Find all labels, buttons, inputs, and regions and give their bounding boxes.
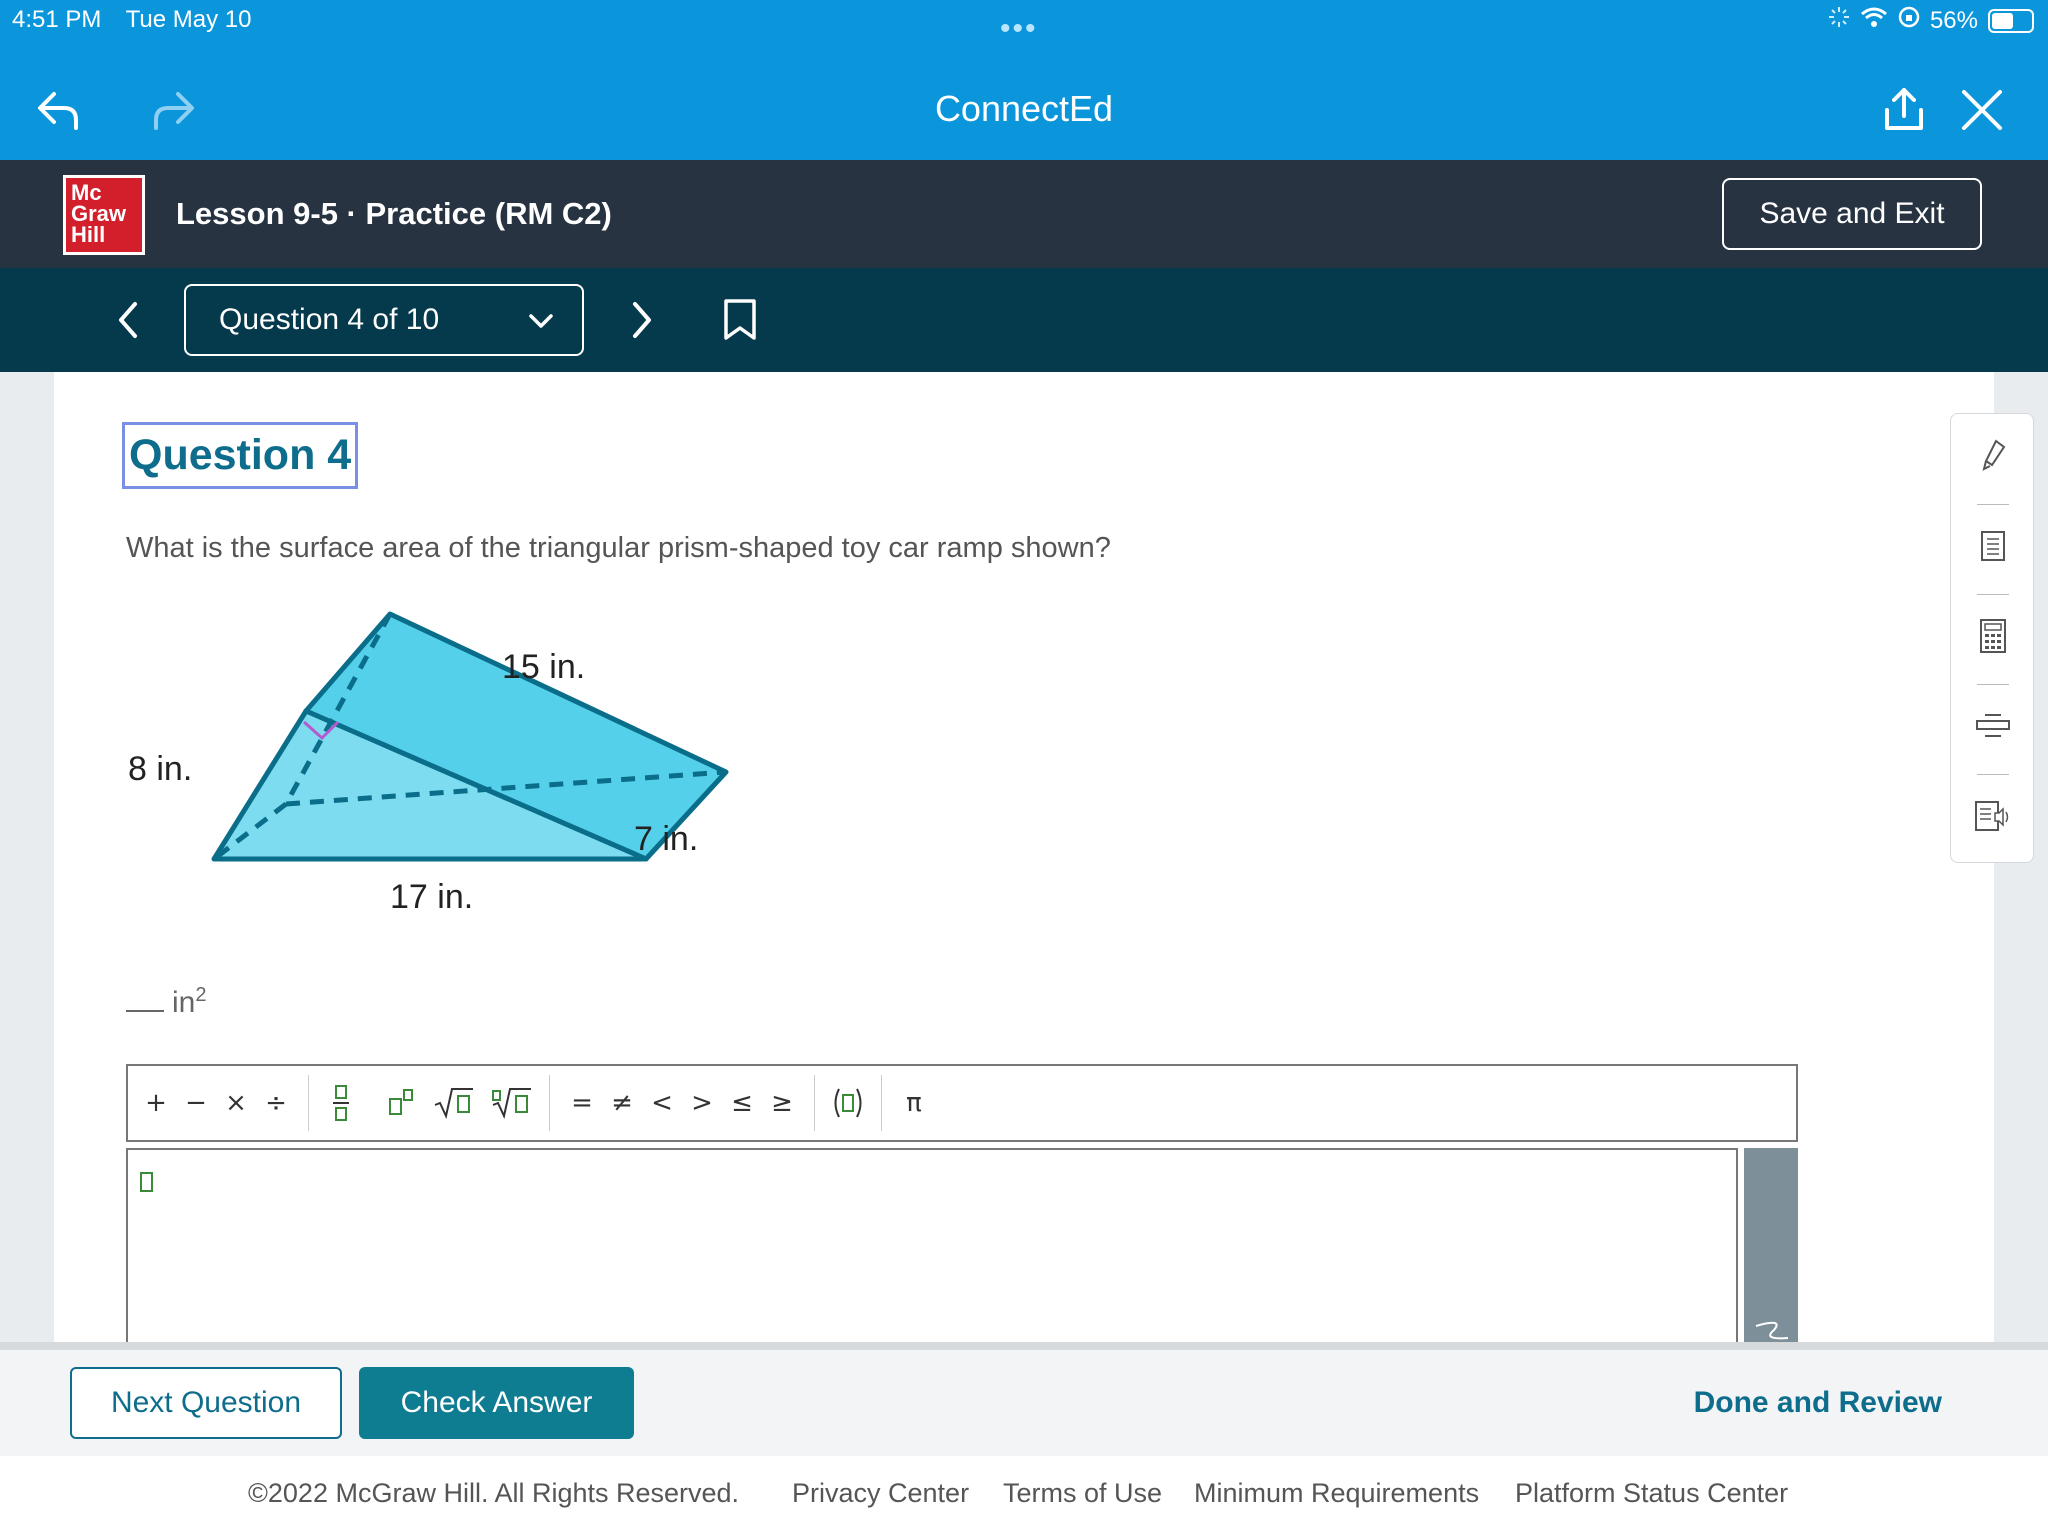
battery-icon bbox=[1988, 8, 2034, 33]
exponent-icon[interactable] bbox=[381, 1073, 421, 1133]
multitask-dots-icon[interactable]: ••• bbox=[1000, 12, 1038, 46]
toolbar-divider bbox=[549, 1075, 550, 1131]
previous-question-icon[interactable] bbox=[98, 290, 158, 350]
question-navigation: Question 4 of 10 bbox=[0, 268, 2048, 372]
lesson-title: Lesson 9-5 · Practice (RM C2) bbox=[176, 196, 612, 231]
status-time: 4:51 PM bbox=[12, 6, 102, 33]
next-question-button[interactable]: Next Question bbox=[70, 1367, 342, 1439]
answer-editor[interactable] bbox=[126, 1148, 1738, 1348]
tools-divider bbox=[1977, 774, 2009, 775]
greater-equal-button[interactable]: ≥ bbox=[762, 1073, 802, 1133]
activity-icon bbox=[1828, 6, 1850, 35]
battery-percent: 56% bbox=[1929, 6, 1978, 34]
orientation-lock-icon bbox=[1898, 6, 1920, 35]
prism-figure: 15 in. 8 in. 17 in. 7 in. bbox=[126, 604, 746, 949]
pi-button[interactable]: π bbox=[894, 1073, 934, 1133]
browser-title: ConnectEd bbox=[934, 88, 1114, 129]
question-selector-label: Question 4 of 10 bbox=[219, 303, 440, 336]
check-answer-button[interactable]: Check Answer bbox=[359, 1367, 634, 1439]
lesson-header: Mc Graw Hill Lesson 9-5 · Practice (RM C… bbox=[0, 160, 2048, 268]
wifi-icon bbox=[1860, 6, 1888, 35]
fraction-icon[interactable] bbox=[321, 1073, 361, 1133]
share-icon[interactable] bbox=[1876, 82, 1932, 138]
parentheses-icon[interactable] bbox=[827, 1073, 869, 1133]
close-icon[interactable] bbox=[1954, 82, 2010, 138]
action-bar: Next Question Check Answer Done and Revi… bbox=[0, 1350, 2048, 1456]
label-base: 17 in. bbox=[390, 878, 473, 916]
label-height: 8 in. bbox=[128, 750, 192, 788]
question-selector[interactable]: Question 4 of 10 bbox=[184, 284, 584, 356]
platform-status-link[interactable]: Platform Status Center bbox=[1515, 1478, 1788, 1509]
terms-of-use-link[interactable]: Terms of Use bbox=[1003, 1478, 1162, 1509]
times-button[interactable]: × bbox=[216, 1073, 256, 1133]
less-equal-button[interactable]: ≤ bbox=[722, 1073, 762, 1133]
tools-divider bbox=[1977, 594, 2009, 595]
done-and-review-link[interactable]: Done and Review bbox=[1694, 1386, 1942, 1420]
status-icons: 56% bbox=[1828, 6, 2034, 35]
footer-links: ©2022 McGraw Hill. All Rights Reserved. … bbox=[0, 1456, 2048, 1536]
toolbar-divider bbox=[308, 1075, 309, 1131]
divide-button[interactable]: ÷ bbox=[256, 1073, 296, 1133]
read-aloud-icon[interactable] bbox=[1971, 794, 2015, 838]
question-content: Question 4 What is the surface area of t… bbox=[54, 372, 1994, 1348]
bookmark-icon[interactable] bbox=[710, 290, 770, 350]
copyright-text: ©2022 McGraw Hill. All Rights Reserved. bbox=[248, 1478, 740, 1508]
nth-root-icon[interactable] bbox=[487, 1073, 537, 1133]
tools-panel bbox=[1950, 413, 2034, 863]
unit-exponent: 2 bbox=[195, 984, 207, 1006]
status-date: Tue May 10 bbox=[125, 6, 252, 33]
calculator-icon[interactable] bbox=[1971, 614, 2015, 658]
square-root-icon[interactable] bbox=[429, 1073, 479, 1133]
question-heading: Question 4 bbox=[122, 422, 359, 489]
less-than-button[interactable]: < bbox=[642, 1073, 682, 1133]
label-depth: 7 in. bbox=[634, 820, 698, 858]
toolbar-divider bbox=[881, 1075, 882, 1131]
browser-top-bar: 4:51 PM Tue May 10 ••• 56% ConnectEd bbox=[0, 0, 2048, 160]
mcgraw-hill-logo: Mc Graw Hill bbox=[63, 175, 145, 255]
plus-button[interactable]: + bbox=[136, 1073, 176, 1133]
battery-fill bbox=[1992, 12, 2014, 29]
question-text: What is the surface area of the triangul… bbox=[126, 532, 1111, 564]
chevron-down-icon bbox=[528, 303, 554, 337]
notepad-icon[interactable] bbox=[1971, 524, 2015, 568]
tools-divider bbox=[1977, 684, 2009, 685]
save-and-exit-button[interactable]: Save and Exit bbox=[1722, 178, 1982, 250]
tools-divider bbox=[1977, 504, 2009, 505]
privacy-center-link[interactable]: Privacy Center bbox=[792, 1478, 969, 1509]
unit-label: in bbox=[172, 986, 196, 1019]
editor-scrollbar[interactable] bbox=[1744, 1148, 1798, 1344]
not-equal-button[interactable]: ≠ bbox=[602, 1073, 642, 1133]
math-toolbar: + − × ÷ = ≠ < > ≤ ≥ π bbox=[126, 1064, 1798, 1142]
highlighter-icon[interactable] bbox=[1971, 434, 2015, 478]
editor-placeholder-box bbox=[140, 1172, 153, 1192]
answer-blank bbox=[126, 1010, 164, 1012]
status-bar: 4:51 PM Tue May 10 bbox=[12, 6, 269, 34]
minus-button[interactable]: − bbox=[176, 1073, 216, 1133]
line-reader-icon[interactable] bbox=[1971, 704, 2015, 748]
label-hypotenuse: 15 in. bbox=[502, 648, 585, 686]
next-question-icon[interactable] bbox=[612, 290, 672, 350]
toolbar-divider bbox=[814, 1075, 815, 1131]
equals-button[interactable]: = bbox=[562, 1073, 602, 1133]
greater-than-button[interactable]: > bbox=[682, 1073, 722, 1133]
footer-divider bbox=[0, 1342, 2048, 1350]
answer-unit: in2 bbox=[126, 984, 206, 1020]
minimum-requirements-link[interactable]: Minimum Requirements bbox=[1194, 1478, 1479, 1509]
